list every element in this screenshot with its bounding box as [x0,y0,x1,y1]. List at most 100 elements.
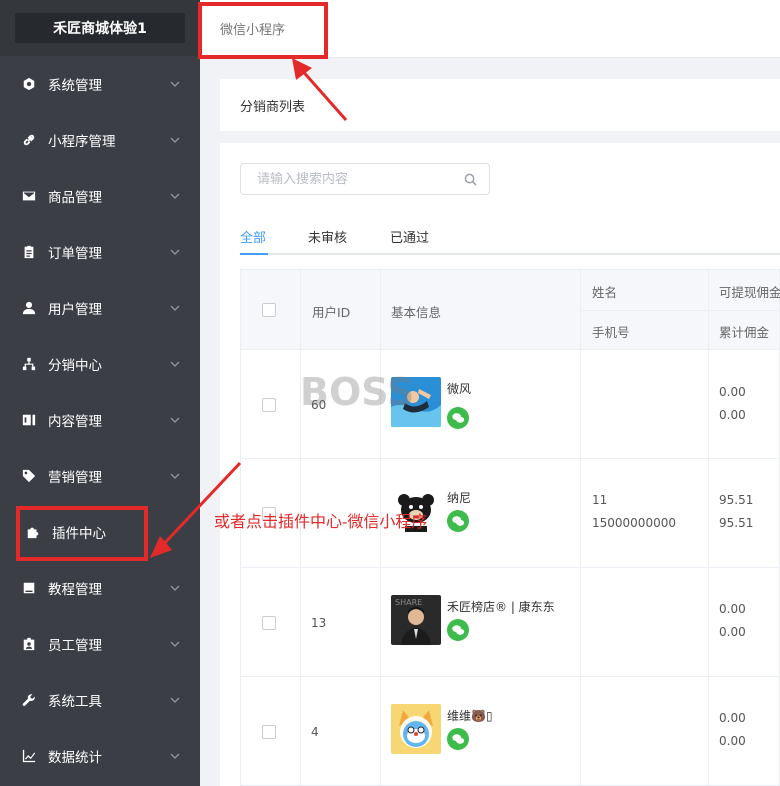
column-divider [380,270,381,349]
nickname: 纳尼 [447,491,472,505]
row-checkbox[interactable] [262,616,276,630]
table-body: 60 微风 0.00 0.00 纳尼 11 15000000000 95.51 … [240,350,780,786]
column-divider [380,568,381,676]
chevron-down-icon [170,750,180,760]
tab-all[interactable]: 全部 [240,227,266,246]
sidebar-item-staff[interactable]: 员工管理 [0,616,200,672]
link-icon [22,133,36,147]
withdrawable-cell: 0.00 [719,711,746,725]
nickname: 维维🐻▯ [447,709,493,723]
line-chart-icon [22,749,36,763]
sidebar-item-tools[interactable]: 系统工具 [0,672,200,728]
sidebar: 禾匠商城体验1 系统管理 小程序管理 商品管理 订单管理 用户管理 分销中心 内… [0,0,200,786]
chevron-down-icon [170,470,180,480]
nickname: 禾匠榜店® | 康东东 [447,600,555,614]
puzzle-icon [26,525,40,539]
sidebar-item-label: 数据统计 [48,750,102,766]
table-row[interactable]: 60 微风 0.00 0.00 [240,350,780,459]
settings-icon [22,77,36,91]
sidebar-item-label: 系统管理 [48,78,102,94]
sidebar-item-plugins[interactable]: 插件中心 [0,504,200,560]
sidebar-item-users[interactable]: 用户管理 [0,280,200,336]
withdrawable-cell: 0.00 [719,385,746,399]
sidebar-item-tutorials[interactable]: 教程管理 [0,560,200,616]
annotation-text: 或者点击插件中心-微信小程序 [214,512,428,531]
user-id-cell: 4 [311,725,319,739]
sidebar-item-label: 商品管理 [48,190,102,206]
header-withdrawable-commission: 可提现佣金 [719,285,780,300]
sidebar-item-label: 用户管理 [48,302,102,318]
chevron-down-icon [170,638,180,648]
sitemap-icon [22,357,36,371]
column-divider [580,459,581,567]
sidebar-item-label: 小程序管理 [48,134,116,150]
header-row-divider [580,310,780,311]
search-icon[interactable] [464,173,477,186]
sidebar-item-label: 内容管理 [48,414,102,430]
column-divider [300,350,301,458]
column-divider [300,270,301,349]
status-tabs: 全部 未审核 已通过 [240,223,780,255]
tab-approved[interactable]: 已通过 [390,227,429,246]
avatar [391,377,441,427]
id-badge-icon [22,637,36,651]
active-tab-indicator [240,253,268,255]
column-divider [708,270,709,349]
sidebar-item-marketing[interactable]: 营销管理 [0,448,200,504]
row-checkbox[interactable] [262,725,276,739]
svg-text:SHARE: SHARE [395,598,422,607]
header-name: 姓名 [592,285,618,300]
wechat-icon [447,728,469,750]
column-divider [708,568,709,676]
sidebar-item-system[interactable]: 系统管理 [0,56,200,112]
sidebar-item-label: 插件中心 [52,526,106,542]
total-commission-cell: 0.00 [719,734,746,748]
table-row[interactable]: 4 维维🐻▯ 0.00 0.00 [240,677,780,786]
sidebar-item-orders[interactable]: 订单管理 [0,224,200,280]
header-user-id: 用户ID [312,305,351,320]
chevron-down-icon [170,78,180,88]
withdrawable-cell: 95.51 [719,493,754,507]
chevron-down-icon [170,302,180,312]
chevron-down-icon [170,694,180,704]
clipboard-icon [22,245,36,259]
sidebar-item-statistics[interactable]: 数据统计 [0,728,200,784]
user-icon [22,301,36,315]
chevron-down-icon [170,582,180,592]
sidebar-item-label: 营销管理 [48,470,102,486]
book-icon [22,581,36,595]
phone-cell: 15000000000 [592,516,676,530]
tab-wechat-miniprogram[interactable]: 微信小程序 [220,19,285,38]
sidebar-item-miniprogram[interactable]: 小程序管理 [0,112,200,168]
sidebar-item-label: 教程管理 [48,582,102,598]
row-checkbox[interactable] [262,398,276,412]
search-box[interactable] [240,163,490,195]
name-cell: 11 [592,493,608,507]
column-divider [580,350,581,458]
table-row[interactable]: 13 SHARE 禾匠榜店® | 康东东 0.00 0.00 [240,568,780,677]
sidebar-menu: 系统管理 小程序管理 商品管理 订单管理 用户管理 分销中心 内容管理 营销管理… [0,56,200,784]
content-icon [22,413,36,427]
distributor-list-card: 全部 未审核 已通过 用户ID 基本信息 姓名 手机号 可提现佣金 累计佣金 6… [220,143,780,786]
chevron-down-icon [170,414,180,424]
column-divider [580,677,581,785]
column-divider [708,459,709,567]
select-all-checkbox[interactable] [262,303,276,317]
envelope-icon [22,189,36,203]
header-phone: 手机号 [592,325,630,340]
column-divider [708,677,709,785]
tab-pending[interactable]: 未审核 [308,227,347,246]
search-input[interactable] [257,171,457,187]
chevron-down-icon [170,246,180,256]
avatar [391,704,441,754]
sidebar-item-content[interactable]: 内容管理 [0,392,200,448]
brand-area: 禾匠商城体验1 [0,0,200,56]
sidebar-item-distribution[interactable]: 分销中心 [0,336,200,392]
top-bar: 微信小程序 [200,0,780,58]
column-divider [380,350,381,458]
sidebar-item-goods[interactable]: 商品管理 [0,168,200,224]
user-id-cell: 13 [311,616,327,630]
header-total-commission: 累计佣金 [719,325,770,340]
column-divider [580,568,581,676]
brand-name[interactable]: 禾匠商城体验1 [15,13,185,43]
